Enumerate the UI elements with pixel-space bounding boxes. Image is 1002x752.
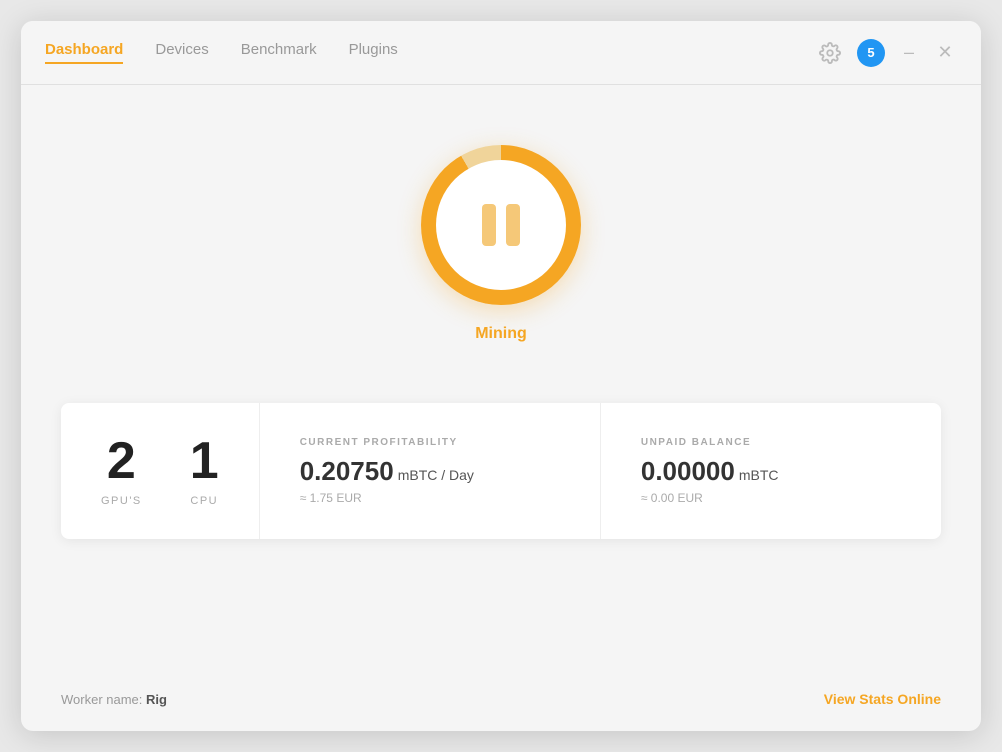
balance-title: UNPAID BALANCE [641, 437, 901, 448]
tab-plugins[interactable]: Plugins [349, 41, 398, 64]
pause-icon [482, 204, 520, 246]
profitability-eur: ≈ 1.75 EUR [300, 491, 560, 505]
notification-badge[interactable]: 5 [857, 39, 885, 67]
title-bar-controls: 5 – ✕ [815, 38, 957, 68]
cpu-count: 1 [190, 435, 219, 487]
mining-circle-inner [436, 160, 566, 290]
footer: Worker name: Rig View Stats Online [21, 675, 981, 731]
close-button[interactable]: ✕ [933, 41, 957, 65]
cpu-stat: 1 CPU [190, 435, 219, 507]
app-window: Dashboard Devices Benchmark Plugins 5 – … [21, 21, 981, 731]
mining-toggle-button[interactable] [421, 145, 581, 305]
tab-benchmark[interactable]: Benchmark [241, 41, 317, 64]
tab-devices[interactable]: Devices [155, 41, 208, 64]
minimize-button[interactable]: – [897, 41, 921, 65]
profitability-amount: 0.20750 [300, 456, 394, 486]
cpu-label: CPU [190, 495, 218, 507]
tab-dashboard[interactable]: Dashboard [45, 41, 123, 64]
worker-prefix: Worker name: [61, 692, 146, 707]
balance-amount-row: 0.00000mBTC [641, 456, 901, 487]
worker-name: Worker name: Rig [61, 692, 167, 707]
device-stats: 2 GPU'S 1 CPU [101, 435, 219, 507]
main-content: Mining 2 GPU'S 1 CPU CURRENT P [21, 85, 981, 675]
balance-section: UNPAID BALANCE 0.00000mBTC ≈ 0.00 EUR [601, 403, 941, 539]
balance-amount: 0.00000 [641, 456, 735, 486]
profitability-section: CURRENT PROFITABILITY 0.20750mBTC / Day … [260, 403, 601, 539]
nav-tabs: Dashboard Devices Benchmark Plugins [45, 41, 815, 64]
mining-section: Mining [421, 145, 581, 343]
stats-card: 2 GPU'S 1 CPU CURRENT PROFITABILITY 0.20… [61, 403, 941, 539]
settings-icon[interactable] [815, 38, 845, 68]
worker-name-value: Rig [146, 692, 167, 707]
pause-bar-left [482, 204, 496, 246]
mining-status-label: Mining [475, 325, 527, 343]
profitability-title: CURRENT PROFITABILITY [300, 437, 560, 448]
view-stats-link[interactable]: View Stats Online [824, 691, 941, 707]
gpu-count: 2 [107, 435, 136, 487]
gpu-label: GPU'S [101, 495, 142, 507]
balance-unit: mBTC [739, 467, 779, 483]
balance-eur: ≈ 0.00 EUR [641, 491, 901, 505]
pause-bar-right [506, 204, 520, 246]
gpu-stat: 2 GPU'S [101, 435, 142, 507]
device-counts-section: 2 GPU'S 1 CPU [61, 403, 260, 539]
profitability-amount-row: 0.20750mBTC / Day [300, 456, 560, 487]
title-bar: Dashboard Devices Benchmark Plugins 5 – … [21, 21, 981, 85]
profitability-unit: mBTC / Day [398, 467, 474, 483]
